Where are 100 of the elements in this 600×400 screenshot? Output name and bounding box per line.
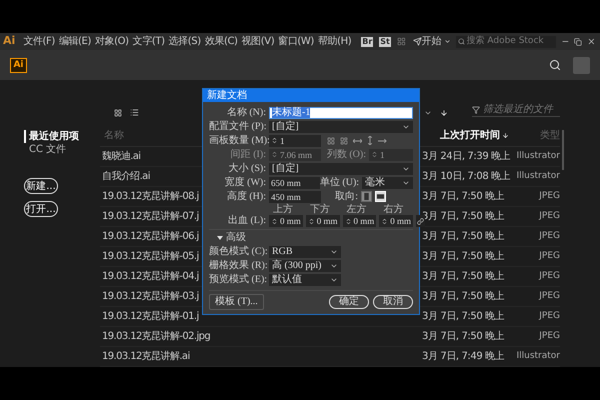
stock-button[interactable]: St bbox=[379, 36, 391, 46]
send-icon[interactable] bbox=[412, 37, 422, 46]
side-label: 上方 bbox=[272, 204, 294, 215]
dropdown[interactable]: 毫米 bbox=[362, 176, 413, 188]
scrollbar[interactable] bbox=[562, 130, 564, 170]
file-type: Illustrator bbox=[515, 350, 560, 363]
input-field[interactable]: 0 mm bbox=[306, 215, 340, 227]
file-type: JPEG bbox=[538, 190, 560, 203]
field-label: 取向: bbox=[335, 190, 359, 204]
restore-icon[interactable] bbox=[574, 38, 582, 46]
side-label: 右方 bbox=[382, 204, 404, 215]
portrait-icon[interactable] bbox=[361, 191, 372, 202]
opened-time: 3月 7日, 7:50 晚上 bbox=[422, 310, 506, 324]
field-label: 间距 (I): bbox=[230, 148, 267, 161]
opened-time: 3月 7日, 7:50 晚上 bbox=[422, 230, 506, 244]
layout-icon[interactable] bbox=[396, 37, 406, 46]
filter-field[interactable]: 筛选最近的文件 bbox=[472, 103, 560, 117]
menu-item[interactable]: 窗口(W) bbox=[276, 34, 316, 49]
grid-icon[interactable] bbox=[327, 136, 335, 144]
spinner-icon[interactable] bbox=[308, 216, 315, 226]
vertical-arrows-icon[interactable] bbox=[367, 136, 373, 145]
column-header[interactable]: 上次打开时间 bbox=[422, 128, 514, 143]
opened-time: 3月 7日, 7:50 晚上 bbox=[422, 250, 506, 264]
opened-time: 3月 24日, 7:39 晚上 bbox=[422, 150, 512, 164]
input-field[interactable]: 1 bbox=[269, 134, 321, 146]
right-arrow-icon[interactable] bbox=[378, 138, 387, 144]
ok-button[interactable]: 确定 bbox=[329, 295, 369, 309]
field-label: 颜色模式 (C): bbox=[209, 245, 269, 258]
opened-time: 3月 7日, 7:50 晚上 bbox=[422, 270, 506, 284]
input-field[interactable]: 0 mm bbox=[269, 215, 303, 227]
sort-direction-icon[interactable] bbox=[440, 109, 448, 117]
file-type: JPEG bbox=[538, 330, 560, 343]
spinner-icon[interactable] bbox=[381, 216, 388, 226]
dropdown[interactable]: [自定] bbox=[269, 162, 413, 174]
dropdown[interactable]: [自定] bbox=[269, 120, 413, 132]
new-button[interactable]: 新建... bbox=[24, 178, 58, 194]
menu-item[interactable]: 文字(T) bbox=[130, 34, 167, 49]
field-label: 高度 (H): bbox=[226, 190, 267, 203]
search-icon bbox=[458, 38, 464, 45]
open-button[interactable]: 打开... bbox=[24, 201, 58, 217]
sidebar-item[interactable]: 最近使用项 bbox=[24, 130, 100, 143]
caret-icon bbox=[444, 38, 450, 45]
file-name[interactable]: 19.03.12克昆讲解.ai bbox=[100, 349, 422, 364]
file-type: JPEG bbox=[538, 230, 560, 243]
close-icon[interactable] bbox=[587, 37, 596, 46]
field-label: 单位 (U): bbox=[320, 176, 360, 190]
spinner-icon[interactable] bbox=[271, 216, 278, 226]
menu-item[interactable]: 编辑(E) bbox=[56, 34, 93, 49]
opened-time: 3月 10日, 7:08 晚上 bbox=[422, 170, 512, 184]
file-type: JPEG bbox=[538, 310, 560, 323]
workspace-switcher[interactable]: 开始 bbox=[422, 34, 450, 49]
menu-item[interactable]: 视图(V) bbox=[240, 34, 276, 49]
advanced-toggle[interactable]: 高级 bbox=[209, 231, 413, 244]
search-icon[interactable] bbox=[549, 59, 561, 71]
field-label: 大小 (S): bbox=[228, 162, 267, 175]
grid-view-icon[interactable] bbox=[114, 109, 122, 117]
name-field[interactable]: 未标题-1 bbox=[269, 106, 413, 118]
field-label: 出血 (L): bbox=[226, 214, 267, 227]
opened-time: 3月 7日, 7:50 晚上 bbox=[422, 190, 506, 204]
spinner-icon[interactable] bbox=[344, 216, 352, 226]
opened-time: 3月 7日, 7:50 晚上 bbox=[422, 290, 506, 304]
landscape-icon[interactable] bbox=[375, 191, 386, 202]
input-field[interactable]: 650 mm bbox=[269, 176, 320, 188]
field-label: 列数 (O): bbox=[326, 148, 367, 162]
opened-time: 3月 7日, 7:50 晚上 bbox=[422, 330, 506, 344]
input-field[interactable]: 450 mm bbox=[269, 190, 321, 202]
list-view-icon[interactable] bbox=[130, 108, 139, 117]
file-name[interactable]: 19.03.12克昆讲解-02.jpg bbox=[100, 329, 422, 344]
file-type: Illustrator bbox=[515, 150, 560, 163]
template-button[interactable]: 模板 (T)... bbox=[209, 294, 264, 310]
bridge-button[interactable]: Br bbox=[361, 36, 374, 46]
field-label: 宽度 (W): bbox=[224, 176, 267, 189]
menu-item[interactable]: 文件(F) bbox=[21, 34, 57, 49]
horizontal-arrows-icon[interactable] bbox=[353, 138, 362, 144]
input-field[interactable]: 0 mm bbox=[379, 215, 414, 227]
dropdown[interactable]: 默认值 bbox=[269, 274, 341, 286]
dropdown[interactable]: 高 (300 ppi) bbox=[269, 260, 341, 272]
sidebar-item[interactable]: CC 文件 bbox=[24, 143, 100, 156]
file-type: Illustrator bbox=[515, 170, 560, 183]
app-logo: Ai bbox=[3, 33, 16, 50]
dropdown[interactable]: RGB bbox=[269, 246, 341, 258]
spinner-icon[interactable] bbox=[271, 136, 278, 145]
menu-item[interactable]: 效果(C) bbox=[202, 34, 240, 49]
app-logo: Ai bbox=[10, 58, 27, 72]
field-label: 画板数量 (M): bbox=[209, 134, 269, 147]
file-type: JPEG bbox=[538, 250, 560, 263]
menu-item[interactable]: 选择(S) bbox=[166, 34, 203, 49]
stock-search-field[interactable]: 搜索 Adobe Stock bbox=[456, 36, 556, 48]
sort-caret-icon[interactable] bbox=[424, 109, 432, 117]
dialog-title: 新建文档 bbox=[207, 90, 247, 102]
cancel-button[interactable]: 取消 bbox=[373, 295, 413, 309]
menu-item[interactable]: 帮助(H) bbox=[316, 34, 354, 49]
filter-icon bbox=[472, 106, 480, 114]
input-field[interactable]: 0 mm bbox=[342, 215, 376, 227]
side-label: 下方 bbox=[308, 204, 331, 215]
field-label: 名称 (N): bbox=[226, 106, 267, 119]
layout-icon[interactable] bbox=[340, 136, 348, 144]
menu-item[interactable]: 对象(O) bbox=[92, 34, 131, 49]
file-type: JPEG bbox=[538, 210, 560, 223]
field-label: 预览模式 (E): bbox=[209, 273, 268, 286]
